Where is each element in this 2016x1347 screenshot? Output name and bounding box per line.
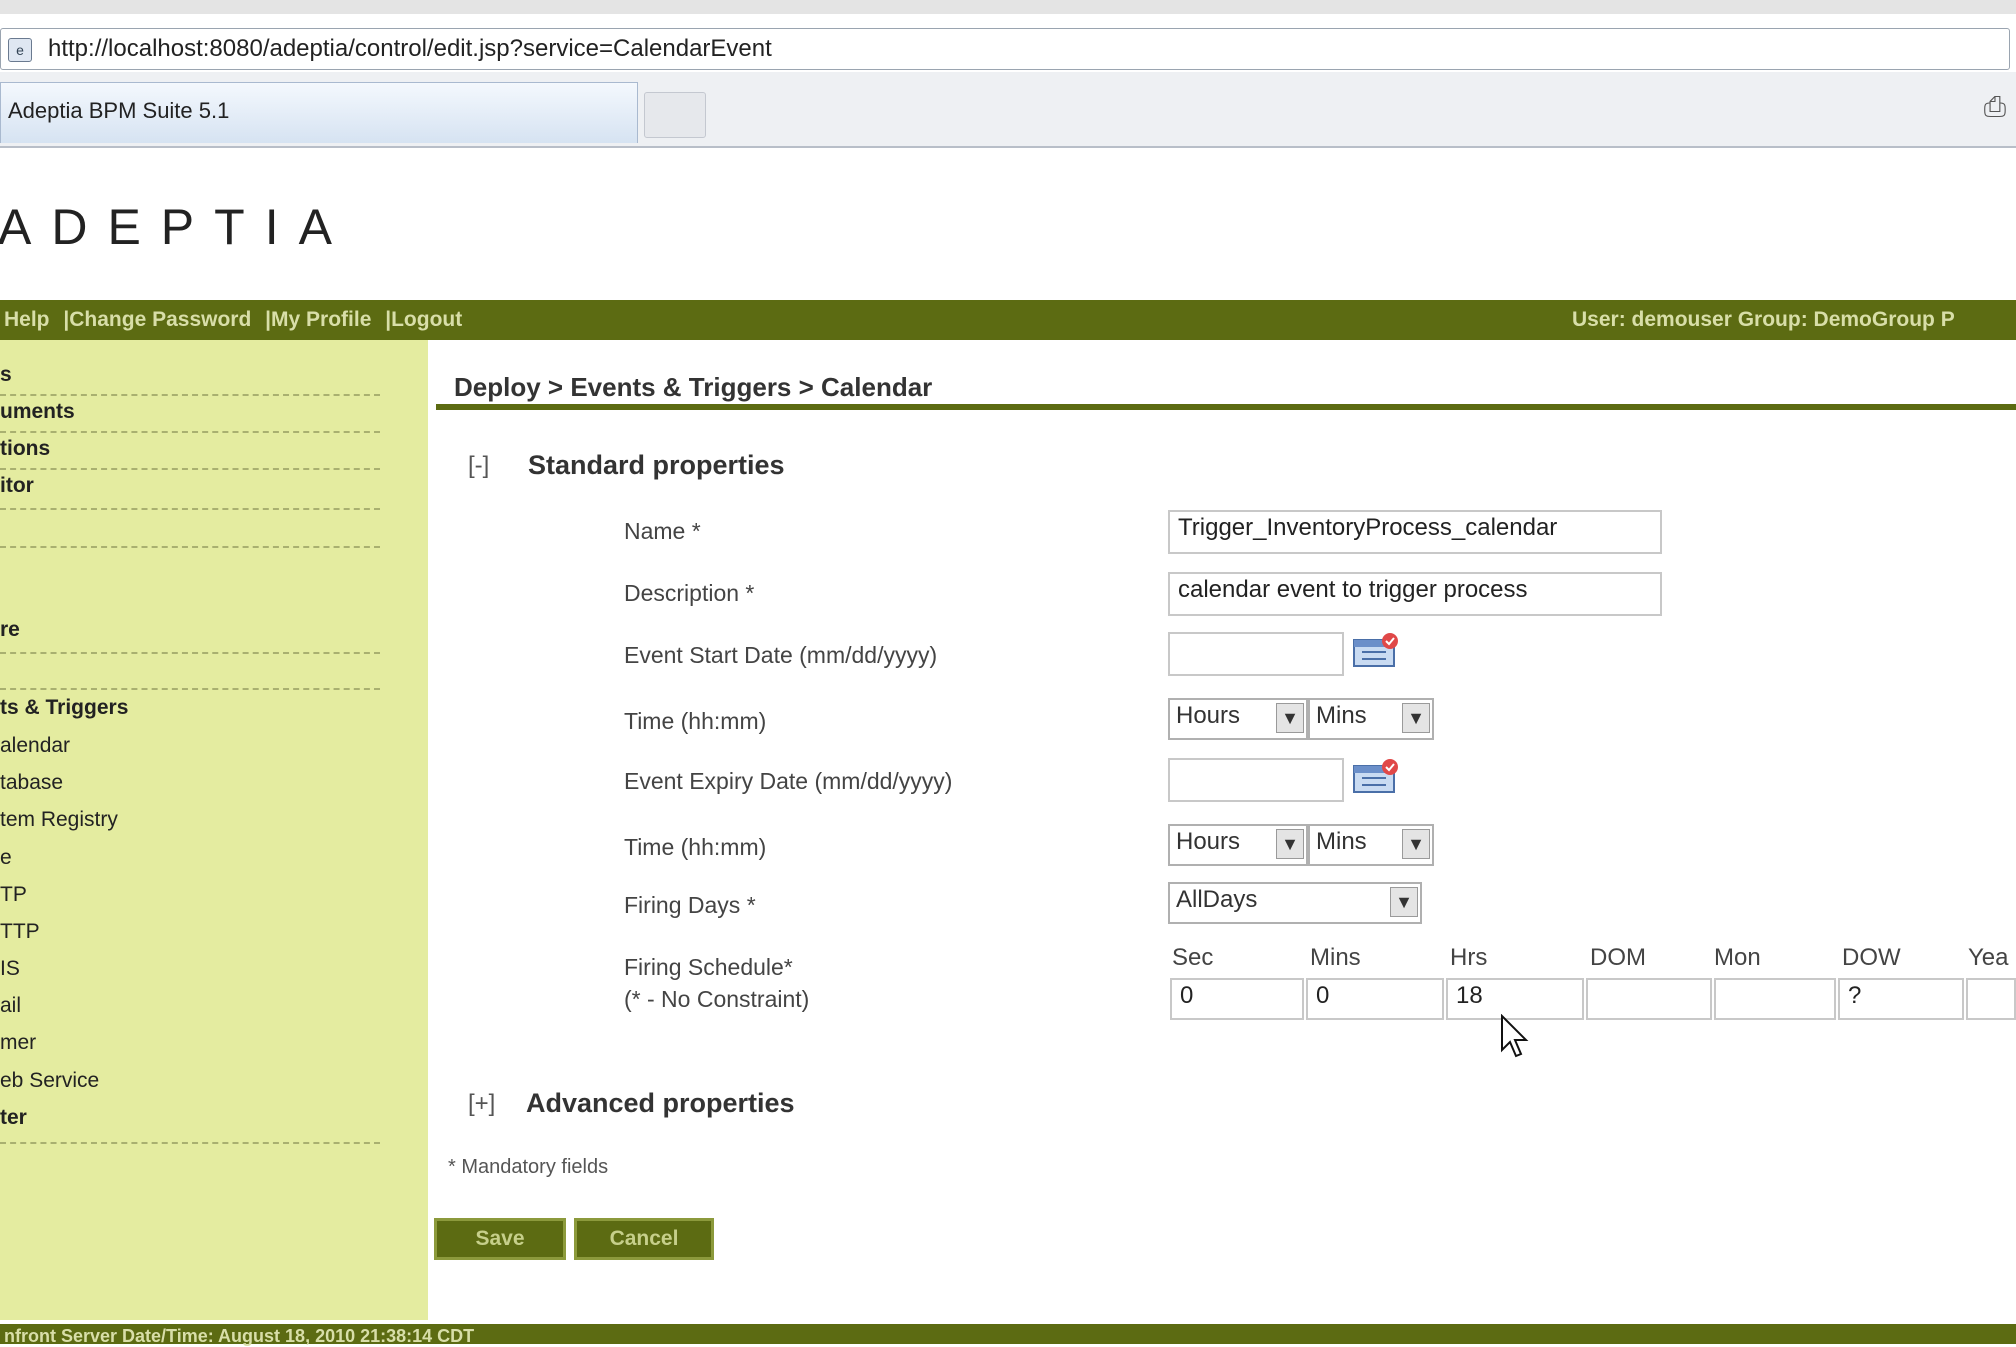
sidebar-item-ftp[interactable]: TP (0, 883, 27, 907)
schedule-dom-input[interactable] (1586, 978, 1712, 1020)
sidebar-divider (0, 468, 380, 470)
sidebar: s uments tions itor re ts & Triggers ale… (0, 340, 428, 1320)
schedule-header-year: Yea (1968, 944, 2009, 971)
mandatory-fields-note: * Mandatory fields (448, 1156, 609, 1178)
logout-link[interactable]: |Logout (385, 308, 462, 331)
window-title-strip (0, 0, 2016, 14)
expiry-hours-value: Hours (1176, 828, 1241, 855)
sidebar-item-database[interactable]: tabase (0, 771, 63, 795)
standard-properties-title: Standard properties (528, 450, 785, 480)
my-profile-link[interactable]: |My Profile (265, 308, 371, 331)
firing-days-label: Firing Days * (624, 892, 756, 918)
browser-tab-title[interactable]: Adeptia BPM Suite 5.1 (8, 98, 229, 124)
event-start-date-label: Event Start Date (mm/dd/yyyy) (624, 642, 938, 668)
advanced-properties-title: Advanced properties (526, 1088, 795, 1118)
calendar-picker-icon[interactable] (1352, 632, 1400, 675)
sidebar-item[interactable]: s (0, 363, 12, 387)
sidebar-item-documents[interactable]: uments (0, 400, 75, 424)
calendar-picker-icon[interactable] (1352, 758, 1400, 801)
firing-schedule-label: Firing Schedule* (624, 954, 793, 980)
sidebar-item-web-service[interactable]: eb Service (0, 1069, 99, 1093)
sidebar-divider (0, 508, 380, 510)
schedule-year-input[interactable] (1966, 978, 2016, 1020)
sidebar-item-timer[interactable]: mer (0, 1031, 36, 1055)
sidebar-item-events-triggers[interactable]: ts & Triggers (0, 696, 128, 720)
sidebar-divider (0, 546, 380, 548)
schedule-header-mins: Mins (1310, 944, 1361, 971)
advanced-properties-toggle[interactable]: [+] (468, 1090, 495, 1118)
expiry-hours-select[interactable]: Hours ▼ (1168, 824, 1308, 866)
start-hours-value: Hours (1176, 702, 1241, 729)
sidebar-item-cluster[interactable]: ter (0, 1106, 27, 1130)
event-start-date-input[interactable] (1168, 632, 1344, 676)
firing-days-select[interactable]: AllDays ▼ (1168, 882, 1422, 924)
chevron-down-icon[interactable]: ▼ (1276, 829, 1304, 859)
start-mins-select[interactable]: Mins ▼ (1308, 698, 1434, 740)
page-menu-icon[interactable]: ⎙ (1978, 90, 2012, 124)
chevron-down-icon[interactable]: ▼ (1402, 703, 1430, 733)
user-info: User: demouser Group: DemoGroup P (1572, 308, 1955, 331)
help-link[interactable]: Help (4, 308, 50, 331)
sidebar-divider (0, 431, 380, 433)
chevron-down-icon[interactable]: ▼ (1390, 887, 1418, 917)
schedule-header-dom: DOM (1590, 944, 1646, 971)
expiry-mins-select[interactable]: Mins ▼ (1308, 824, 1434, 866)
sidebar-item-calendar[interactable]: alendar (0, 734, 70, 758)
event-expiry-date-input[interactable] (1168, 758, 1344, 802)
start-hours-select[interactable]: Hours ▼ (1168, 698, 1308, 740)
schedule-sec-input[interactable]: 0 (1170, 978, 1304, 1020)
schedule-header-mon: Mon (1714, 944, 1761, 971)
description-input[interactable]: calendar event to trigger process (1168, 572, 1662, 616)
nav-links: Help |Change Password |My Profile |Logou… (4, 308, 470, 332)
sidebar-divider (0, 688, 380, 690)
sidebar-item-deploy[interactable]: re (0, 618, 20, 642)
schedule-header-sec: Sec (1172, 944, 1214, 971)
sidebar-divider (0, 1142, 380, 1144)
sidebar-divider (0, 652, 380, 654)
firing-schedule-note: (* - No Constraint) (624, 986, 810, 1012)
breadcrumb-rule (436, 404, 2016, 410)
name-input[interactable]: Trigger_InventoryProcess_calendar (1168, 510, 1662, 554)
start-mins-value: Mins (1316, 702, 1367, 729)
mouse-cursor-icon (1500, 1013, 1532, 1065)
chevron-down-icon[interactable]: ▼ (1402, 829, 1430, 859)
adeptia-logo: ADEPTIA (0, 199, 352, 255)
start-time-label: Time (hh:mm) (624, 708, 767, 734)
expiry-mins-value: Mins (1316, 828, 1367, 855)
sidebar-item-system-registry[interactable]: tem Registry (0, 808, 118, 832)
schedule-mon-input[interactable] (1714, 978, 1836, 1020)
new-tab-button[interactable] (644, 92, 706, 138)
schedule-dow-input[interactable]: ? (1838, 978, 1964, 1020)
schedule-header-dow: DOW (1842, 944, 1901, 971)
schedule-header-hrs: Hrs (1450, 944, 1488, 971)
cancel-button[interactable]: Cancel (574, 1218, 714, 1260)
sidebar-item-file[interactable]: e (0, 846, 12, 870)
sidebar-item-actions[interactable]: tions (0, 437, 50, 461)
sidebar-item-mail[interactable]: ail (0, 994, 21, 1018)
firing-days-value: AllDays (1176, 886, 1258, 913)
change-password-link[interactable]: |Change Password (63, 308, 251, 331)
url-text[interactable]: http://localhost:8080/adeptia/control/ed… (48, 34, 772, 64)
name-label: Name * (624, 518, 701, 544)
expiry-time-label: Time (hh:mm) (624, 834, 767, 860)
chevron-down-icon[interactable]: ▼ (1276, 703, 1304, 733)
standard-properties-toggle[interactable]: [-] (468, 452, 489, 480)
sidebar-item-monitor[interactable]: itor (0, 474, 34, 498)
sidebar-divider (0, 394, 380, 396)
sidebar-item-http[interactable]: TTP (0, 920, 40, 944)
description-label: Description * (624, 580, 755, 606)
event-expiry-date-label: Event Expiry Date (mm/dd/yyyy) (624, 768, 953, 794)
schedule-mins-input[interactable]: 0 (1306, 978, 1444, 1020)
page-icon: e (8, 38, 32, 62)
breadcrumb: Deploy > Events & Triggers > Calendar (454, 372, 933, 402)
sidebar-item-jms[interactable]: IS (0, 957, 20, 981)
save-button[interactable]: Save (434, 1218, 566, 1260)
